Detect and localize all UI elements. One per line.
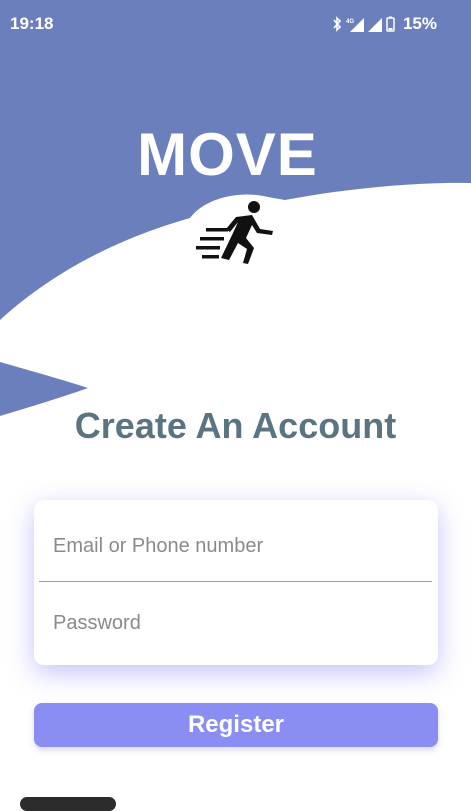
bottom-nav-handle [20,797,116,811]
status-icons: 4G [332,14,395,34]
status-bar: 19:18 4G 15% [0,0,471,48]
field-divider [39,581,432,582]
battery-icon [386,16,395,32]
register-button[interactable]: Register [34,703,438,747]
bluetooth-icon [333,16,342,32]
app-title: MOVE [137,121,318,188]
signal-4g-icon: 4G [346,18,364,32]
status-time: 19:18 [10,14,54,33]
login-form-card [34,500,438,665]
signal-icon [368,18,382,32]
page-heading: Create An Account [74,405,397,446]
running-person-icon [196,201,273,264]
email-field[interactable] [39,518,432,574]
status-battery: 15% [402,14,437,33]
password-field[interactable] [39,595,432,651]
svg-text:4G: 4G [346,19,354,25]
